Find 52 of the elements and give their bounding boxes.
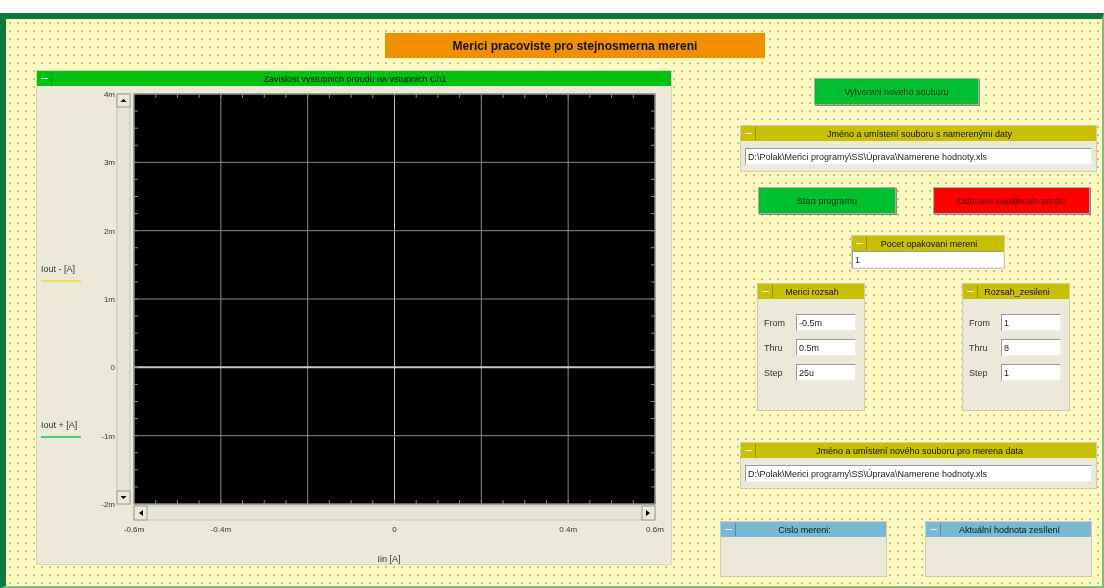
y-tick-label: -1m — [101, 431, 115, 441]
x-tick-label: 0.6m — [646, 525, 664, 534]
x-tick-label: -0.4m — [210, 525, 232, 534]
input-field[interactable]: 1 — [852, 251, 1004, 268]
field-label: Thru — [969, 342, 989, 353]
field-label: From — [764, 317, 786, 328]
minimize-button[interactable] — [853, 237, 867, 250]
panel-title: Zavislost vystupnich proudu na vstupnich Ch1 — [262, 73, 448, 84]
y-tick-label: -2m — [101, 500, 115, 509]
y-tick-label: 3m — [103, 158, 115, 168]
x-tick-label: 0 — [392, 525, 397, 534]
minimize-button[interactable] — [742, 127, 756, 140]
panel-title: Merici rozsah — [784, 286, 840, 297]
x-tick-label: -0.6m — [123, 525, 145, 534]
field-label: Thru — [764, 342, 784, 353]
input-field[interactable]: 8 — [1001, 339, 1061, 356]
start-button[interactable]: Start programu — [758, 187, 896, 214]
x-tick-label: 0.4m — [559, 525, 578, 534]
input-field[interactable]: 25u — [796, 364, 856, 381]
panel-title: Aktuální hodnota zesílení — [957, 524, 1062, 535]
field-label: Step — [969, 367, 989, 378]
y-tick-label: 1m — [103, 295, 115, 304]
legend-label: Iout - [A] — [41, 264, 76, 274]
panel-title: Jméno a umístení souboru s namerenými daty — [825, 128, 1014, 139]
y-tick-label: 0 — [110, 363, 115, 373]
minimize-button[interactable] — [742, 444, 756, 457]
panel-title: Cislo mereni: — [777, 524, 832, 535]
minimize-button[interactable] — [964, 285, 978, 298]
input-field[interactable]: 1 — [1001, 314, 1061, 331]
minimize-button[interactable] — [759, 285, 773, 298]
legend-label: Iout + [A] — [41, 420, 79, 430]
panel-title: Jméno a umístení nového souboru pro merena data — [814, 445, 1025, 456]
y-tick-label: 4m — [103, 90, 115, 99]
minimize-button[interactable] — [38, 72, 52, 85]
minimize-button[interactable] — [927, 523, 941, 536]
disconnect-button[interactable]: Odpojeni napájecich zdroju — [933, 187, 1090, 214]
y-tick-label: 2m — [103, 226, 115, 236]
vertical-scrollbar[interactable] — [116, 93, 131, 505]
panel-title: Rozsah_zesileni — [983, 286, 1051, 297]
input-field[interactable]: D:\Polak\Merici programy\SS\Úprava\Namerene hodnoty.xls — [745, 148, 1092, 165]
horizontal-scrollbar[interactable] — [133, 505, 656, 521]
minimize-button[interactable] — [722, 523, 736, 536]
panel-title: Pocet opakovani mereni — [879, 238, 979, 249]
input-field[interactable]: 0.5m — [796, 339, 856, 356]
field-label: From — [969, 317, 991, 328]
input-field[interactable]: D:\Polak\Merici programy\SS\Úprava\Namerene hodnoty.xls — [745, 465, 1092, 482]
page-title: Merici pracoviste pro stejnosmerna mereni — [385, 33, 765, 58]
input-field[interactable]: 1 — [1001, 364, 1061, 381]
create-file-button[interactable]: Vytvoreni noveho souboru — [814, 78, 979, 105]
field-label: Step — [764, 367, 784, 378]
x-axis-label: Iin [A] — [377, 554, 401, 564]
input-field[interactable]: -0.5m — [796, 314, 856, 331]
